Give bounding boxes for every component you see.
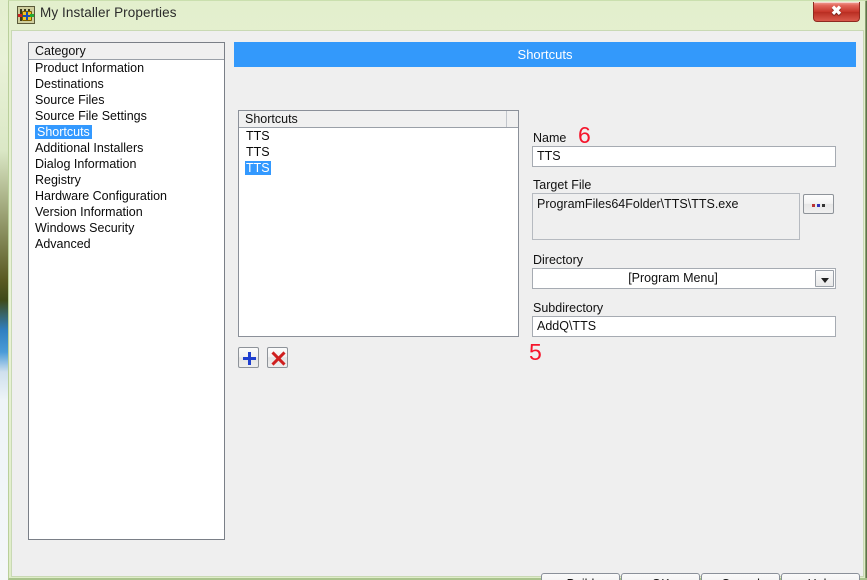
category-header: Category (29, 43, 224, 60)
list-item-label: TTS (246, 129, 270, 143)
help-button[interactable]: Help (781, 573, 860, 580)
page-title: Shortcuts (234, 42, 856, 67)
annotation-six: 6 (578, 122, 591, 148)
directory-selected-value: [Program Menu] (628, 271, 718, 285)
sidebar-item-additional-installers[interactable]: Additional Installers (29, 140, 224, 156)
browse-target-file-button[interactable] (803, 194, 834, 214)
background-ghost-text (699, 7, 704, 21)
shortcuts-list-panel: Shortcuts TTS TTS TTS (238, 110, 519, 337)
shortcuts-list-header: Shortcuts (239, 111, 518, 128)
subdirectory-input[interactable]: AddQ\TTS (532, 316, 836, 337)
sidebar-item-version-information[interactable]: Version Information (29, 204, 224, 220)
sidebar-item-source-files[interactable]: Source Files (29, 92, 224, 108)
window-title: My Installer Properties (40, 5, 177, 20)
sidebar-item-source-file-settings[interactable]: Source File Settings (29, 108, 224, 124)
shortcuts-list[interactable]: TTS TTS TTS (239, 128, 518, 176)
directory-label: Directory (533, 253, 584, 267)
build-button[interactable]: Build (541, 573, 620, 580)
subdirectory-label: Subdirectory (533, 301, 604, 315)
dialog-client-area: Category Product Information Destinations… (11, 30, 864, 580)
sidebar-item-registry[interactable]: Registry (29, 172, 224, 188)
add-shortcut-button[interactable] (238, 347, 259, 368)
chevron-down-icon[interactable] (815, 270, 834, 287)
sidebar-item-hardware-configuration[interactable]: Hardware Configuration (29, 188, 224, 204)
directory-dropdown[interactable]: [Program Menu] (532, 268, 836, 289)
close-button[interactable]: ✖ (813, 2, 860, 22)
ellipsis-icon (804, 199, 833, 210)
sidebar-item-advanced[interactable]: Advanced (29, 236, 224, 252)
category-list[interactable]: Product Information Destinations Source Fi… (29, 60, 224, 252)
list-item[interactable]: TTS (239, 128, 518, 144)
target-file-label: Target File (533, 178, 592, 192)
sidebar-item-windows-security[interactable]: Windows Security (29, 220, 224, 236)
sidebar-item-destinations[interactable]: Destinations (29, 76, 224, 92)
sidebar-item-shortcuts[interactable]: Shortcuts (29, 124, 224, 140)
sidebar-item-product-information[interactable]: Product Information (29, 60, 224, 76)
name-label: Name (533, 131, 567, 145)
list-item[interactable]: TTS (239, 144, 518, 160)
remove-shortcut-button[interactable] (267, 347, 288, 368)
desktop-backdrop-strip (0, 0, 8, 580)
title-bar: My Installer Properties ✖ (9, 1, 866, 30)
close-icon: ✖ (831, 3, 842, 18)
list-item[interactable]: TTS (239, 160, 518, 176)
sidebar-item-label: Shortcuts (35, 125, 92, 139)
category-panel: Category Product Information Destinations… (28, 42, 225, 540)
list-item-label: TTS (246, 145, 270, 159)
name-input[interactable]: TTS (532, 146, 836, 167)
cancel-button[interactable]: Cancel (701, 573, 780, 580)
annotation-five: 5 (529, 339, 542, 365)
installer-properties-window: My Installer Properties ✖ Category Produ… (8, 0, 867, 580)
ok-button[interactable]: OK (621, 573, 700, 580)
labview-vi-icon (17, 6, 35, 24)
sidebar-item-dialog-information[interactable]: Dialog Information (29, 156, 224, 172)
target-file-input[interactable]: ProgramFiles64Folder\TTS\TTS.exe (532, 193, 800, 240)
list-item-label: TTS (245, 161, 271, 175)
